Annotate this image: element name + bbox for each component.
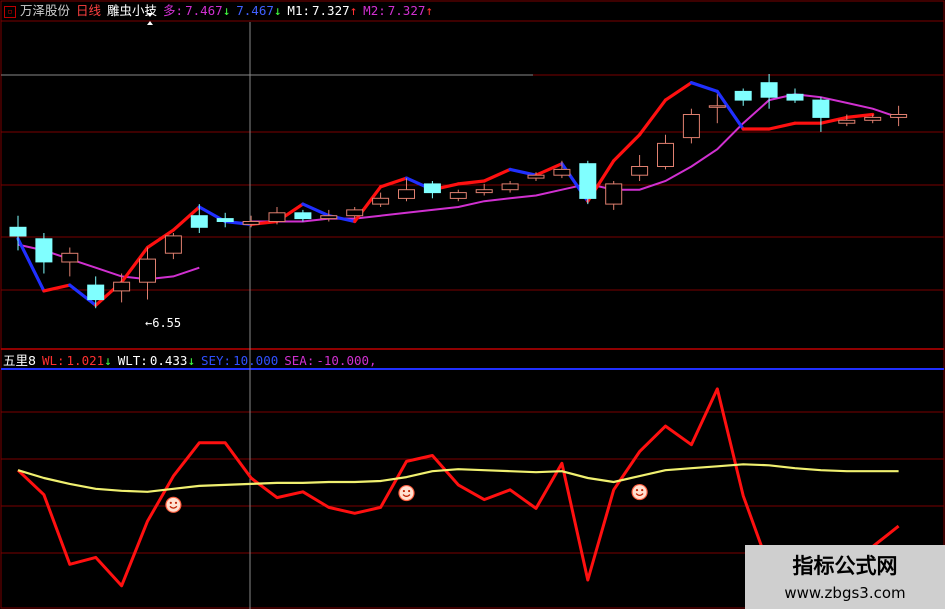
duo-label: 多:: [163, 3, 184, 18]
candle-up: [501, 183, 519, 191]
wl-arrow: ↓: [104, 353, 112, 368]
candle-up: [864, 116, 882, 121]
wlt-label: WLT:: [117, 353, 148, 368]
kong-value: 7.467: [236, 3, 274, 18]
candle-down: [294, 212, 312, 220]
candle-up: [139, 258, 156, 283]
smiley-eye: [635, 488, 639, 492]
candle-up: [320, 215, 338, 220]
period-label: 日线: [76, 3, 102, 18]
candle-up: [372, 197, 390, 205]
watermark-url: www.zbgs3.com: [784, 584, 906, 602]
candle-down: [734, 90, 752, 101]
stock-chart: [0, 0, 945, 609]
smiley-eye: [169, 501, 172, 504]
candle-down: [812, 99, 830, 118]
candle-up: [242, 221, 260, 225]
wlt-value: 0.433: [149, 353, 188, 368]
candle-up: [61, 252, 79, 263]
m2-label: M2:: [363, 3, 386, 18]
bull-line-segment: [456, 179, 486, 186]
ma-line: [251, 93, 899, 223]
m2-value: 7.327: [387, 3, 426, 18]
watermark: 指标公式网 www.zbgs3.com: [745, 545, 945, 609]
candle-down: [216, 218, 234, 223]
candle-down: [579, 163, 597, 199]
candle-up: [553, 168, 571, 176]
candle-up: [708, 105, 726, 108]
candle-up: [475, 189, 493, 194]
bull-line-segment: [767, 121, 797, 131]
wlt-arrow: ↓: [187, 353, 195, 368]
candle-up: [164, 235, 182, 254]
wl-value: 1.021: [66, 353, 105, 368]
candle-down: [190, 215, 208, 228]
candle-up: [605, 183, 623, 205]
duo-arrow: ↓: [222, 3, 231, 18]
bull-line-segment: [612, 133, 642, 163]
smiley-eye: [408, 489, 411, 493]
outer-frame: [0, 0, 945, 609]
m1-arrow: ↑: [349, 3, 358, 18]
candle-up: [890, 114, 908, 118]
smiley-eye: [641, 488, 644, 492]
bear-line-segment: [508, 167, 538, 177]
candle-up: [449, 192, 467, 199]
m1-label: M1:: [287, 3, 310, 18]
candle-up: [631, 166, 649, 176]
candle-down: [760, 82, 778, 98]
candle-down: [87, 284, 105, 301]
sey-label: SEY:: [200, 353, 232, 368]
candle-down: [786, 93, 804, 101]
sub-chart-header: 五里8 WL: 1.021↓ WLT: 0.433↓ SEY: 10.000 SEA: -10.…: [0, 351, 383, 371]
candle-up: [838, 119, 856, 124]
m1-value: 7.327: [312, 3, 350, 18]
main-chart-header: ▫ 万泽股份 日线 雕虫小技 多: 7.467↓ 7.467↓ M1: 7.327↑ M2: 7.3…: [0, 1, 439, 21]
low-price-annotation: ←6.55: [145, 316, 182, 330]
bull-line-segment: [663, 81, 694, 102]
candle-up: [113, 281, 131, 292]
indicator-name: 雕虫小技: [107, 3, 158, 18]
watermark-title: 指标公式网: [792, 554, 898, 578]
kong-arrow: ↓: [273, 3, 282, 18]
candle-up: [268, 212, 286, 223]
sea-value: -10.000,: [316, 353, 377, 368]
smiley-eye: [402, 489, 405, 493]
candle-up: [657, 142, 674, 167]
sey-value: 10.000: [233, 353, 279, 368]
restore-icon[interactable]: ▫: [4, 5, 16, 18]
sea-label: SEA:: [284, 353, 315, 368]
candle-up: [527, 174, 545, 179]
wlt-line: [17, 463, 899, 493]
candle-down: [423, 183, 441, 194]
sub-indicator-name: 五里8: [3, 353, 36, 368]
candle-up: [346, 209, 364, 217]
bull-line-segment: [637, 98, 668, 137]
bull-line-segment: [482, 167, 512, 183]
smiley-icon: [165, 496, 182, 513]
bear-line-segment: [689, 81, 719, 94]
duo-value: 7.467: [185, 3, 223, 18]
stock-name: 万泽股份: [20, 3, 71, 18]
candle-up: [682, 114, 700, 139]
candle-down: [9, 226, 27, 237]
smiley-eye: [174, 501, 178, 504]
wl-label: WL:: [41, 353, 65, 368]
candle-down: [35, 238, 53, 263]
smiley-icon: [631, 483, 648, 501]
smiley-icon: [398, 484, 415, 502]
candle-up: [398, 189, 415, 199]
m2-arrow: ↑: [425, 3, 433, 18]
